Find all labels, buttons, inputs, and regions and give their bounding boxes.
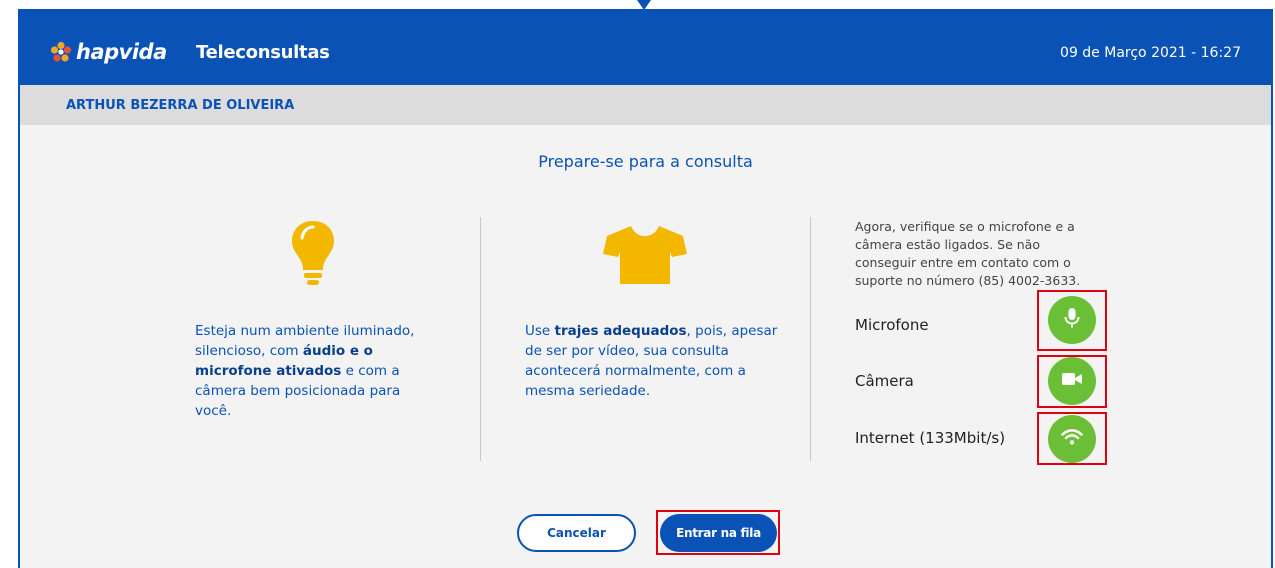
flower-logo-icon xyxy=(50,41,72,63)
microphone-label: Microfone xyxy=(855,316,929,334)
column-divider xyxy=(810,217,811,461)
internet-status-button[interactable] xyxy=(1048,415,1096,463)
patient-name: ARTHUR BEZERRA DE OLIVEIRA xyxy=(66,98,295,113)
column-divider xyxy=(480,217,481,461)
user-bar: ARTHUR BEZERRA DE OLIVEIRA xyxy=(20,85,1271,125)
tip-lighting-text: Esteja num ambiente iluminado, silencios… xyxy=(195,323,415,419)
datetime: 09 de Março 2021 - 16:27 xyxy=(1060,45,1241,61)
camera-toggle-button[interactable] xyxy=(1048,357,1096,405)
enter-queue-button[interactable]: Entrar na fila xyxy=(660,514,777,552)
app-header: hapvida Teleconsultas 09 de Março 2021 -… xyxy=(20,11,1271,85)
app-title: Teleconsultas xyxy=(196,42,330,63)
logo-text: hapvida xyxy=(76,40,167,64)
camera-icon xyxy=(1061,371,1083,391)
cancel-button[interactable]: Cancelar xyxy=(517,514,636,552)
camera-label: Câmera xyxy=(855,372,914,390)
hapvida-logo: hapvida xyxy=(50,40,167,64)
microphone-toggle-button[interactable] xyxy=(1048,296,1096,344)
page-heading: Prepare-se para a consulta xyxy=(538,152,753,171)
teleconsulta-window: hapvida Teleconsultas 09 de Março 2021 -… xyxy=(18,9,1273,568)
screenshot-frame: hapvida Teleconsultas 09 de Março 2021 -… xyxy=(0,0,1275,568)
internet-label: Internet (133Mbit/s) xyxy=(855,429,1006,447)
microphone-icon xyxy=(1062,307,1082,333)
device-check-info: Agora, verifique se o microfone e a câme… xyxy=(855,219,1081,288)
tshirt-icon xyxy=(603,224,687,290)
wifi-icon xyxy=(1061,428,1083,450)
tip-clothing-text: Use trajes adequados, pois, apesar de se… xyxy=(525,323,778,399)
lightbulb-icon xyxy=(288,218,338,294)
